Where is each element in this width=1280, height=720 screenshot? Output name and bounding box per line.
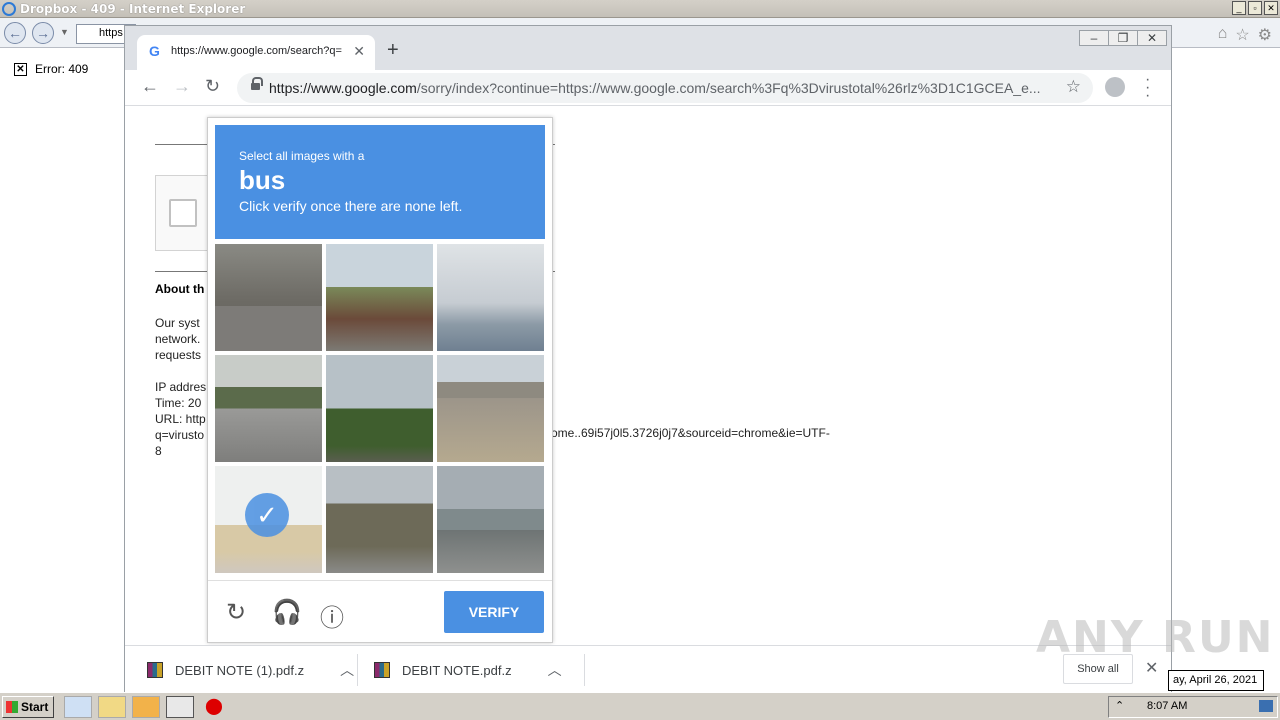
broken-image-icon: ✕ <box>14 62 27 76</box>
ip-line: IP addres <box>155 380 207 394</box>
url-host: https://www.google.com <box>269 80 417 96</box>
ie-window-controls: _ ▫ ✕ <box>1232 1 1278 15</box>
tab-title: https://www.google.com/search?q= <box>171 45 342 57</box>
favorites-star-icon[interactable]: ☆ <box>1235 25 1249 45</box>
reload-challenge-icon[interactable]: ↻ <box>226 598 246 627</box>
url-line: URL: http <box>155 412 206 426</box>
captcha-keyword: bus <box>239 165 286 195</box>
query-line: q=virusto <box>155 428 205 442</box>
ie-title-bar: Dropbox - 409 - Internet Explorer _ ▫ ✕ <box>0 0 1280 18</box>
chrome-menu-icon[interactable]: · · · <box>1145 72 1150 104</box>
start-button[interactable]: Start <box>2 696 54 718</box>
captcha-tile[interactable] <box>326 244 433 351</box>
captcha-challenge: Select all images with a bus Click verif… <box>207 117 553 643</box>
captcha-tile[interactable] <box>215 244 322 351</box>
omnibox[interactable]: https://www.google.com/sorry/index?conti… <box>237 73 1093 103</box>
captcha-tile[interactable] <box>326 355 433 462</box>
error-item: ✕ Error: 409 <box>14 62 88 76</box>
system-tray: ⌃ 8:07 AM <box>1108 696 1278 718</box>
chrome-toolbar: ← → ↻ https://www.google.com/sorry/index… <box>125 70 1171 106</box>
new-tab-icon[interactable]: + <box>387 39 399 62</box>
forward-arrow-icon[interactable]: → <box>32 22 54 44</box>
url-tail: ome..69i57j0l5.3726j0j7&sourceid=chrome&… <box>551 426 830 440</box>
selected-check-icon: ✓ <box>245 493 289 537</box>
profile-avatar-icon[interactable] <box>1105 77 1125 97</box>
url-text[interactable]: https://www.google.com/sorry/index?conti… <box>269 80 1059 96</box>
para-line-3: requests <box>155 348 202 362</box>
captcha-grid: ✓ <box>215 244 546 575</box>
divider <box>584 654 585 686</box>
download-filename: DEBIT NOTE.pdf.z <box>402 662 512 678</box>
chrome-restore-button[interactable]: ❐ <box>1108 30 1138 46</box>
verify-button[interactable]: VERIFY <box>444 591 544 633</box>
reload-icon[interactable]: ↻ <box>205 76 220 97</box>
error-text: Error: 409 <box>35 62 89 76</box>
captcha-tile[interactable] <box>215 355 322 462</box>
home-icon[interactable]: ⌂ <box>1218 25 1228 45</box>
download-filename: DEBIT NOTE (1).pdf.z <box>175 662 305 678</box>
chrome-window-controls: – ❐ ✕ <box>1079 30 1167 46</box>
lock-icon <box>251 77 263 92</box>
back-arrow-icon[interactable]: ← <box>4 22 26 44</box>
captcha-prompt: Select all images with a <box>239 149 365 163</box>
captcha-tile[interactable] <box>437 355 544 462</box>
tab-close-icon[interactable]: ✕ <box>353 43 365 60</box>
recaptcha-widget <box>155 175 215 251</box>
chrome-taskbar-icon[interactable] <box>166 696 194 718</box>
download-item[interactable]: DEBIT NOTE (1).pdf.z ︿ <box>147 654 354 686</box>
forward-icon[interactable]: → <box>173 76 191 97</box>
captcha-instruction: Click verify once there are none left. <box>239 198 463 214</box>
settings-gear-icon[interactable]: ⚙ <box>1258 25 1272 45</box>
url-path: /sorry/index?continue=https://www.google… <box>416 80 1041 96</box>
minimize-button[interactable]: _ <box>1232 1 1246 15</box>
recaptcha-checkbox[interactable] <box>169 199 197 227</box>
chevron-up-icon[interactable]: ︿ <box>548 660 562 680</box>
para-line-1: Our syst <box>155 316 200 330</box>
ie-taskbar-icon[interactable] <box>64 696 92 718</box>
audio-challenge-icon[interactable]: 🎧 <box>272 598 302 627</box>
captcha-tile[interactable] <box>326 466 433 573</box>
para-line-2: network. <box>155 332 201 346</box>
back-icon[interactable]: ← <box>141 76 159 97</box>
tray-arrow-icon[interactable]: ⌃ <box>1115 699 1124 712</box>
chrome-close-button[interactable]: ✕ <box>1137 30 1167 46</box>
query-line-end: 8 <box>155 444 162 458</box>
download-item[interactable]: DEBIT NOTE.pdf.z ︿ <box>374 654 562 686</box>
close-button[interactable]: ✕ <box>1264 1 1278 15</box>
captcha-tile[interactable] <box>437 244 544 351</box>
desktop-icon[interactable] <box>1259 700 1273 712</box>
anyrun-watermark: ANY RUN <box>1036 612 1275 663</box>
winrar-file-icon <box>147 662 163 678</box>
captcha-header: Select all images with a bus Click verif… <box>215 125 545 239</box>
about-heading: About th <box>155 282 205 296</box>
winrar-file-icon <box>374 662 390 678</box>
ie-toolbar-icons: ⌂ ☆ ⚙ <box>1218 25 1272 45</box>
chrome-window: G https://www.google.com/search?q= ✕ + –… <box>124 25 1172 693</box>
chevron-up-icon[interactable]: ︿ <box>340 660 354 680</box>
tab-google-search[interactable]: G https://www.google.com/search?q= ✕ <box>137 35 375 70</box>
dropdown-icon[interactable]: ▼ <box>60 27 69 37</box>
captcha-tile-selected[interactable]: ✓ <box>215 466 322 573</box>
media-player-taskbar-icon[interactable] <box>132 696 160 718</box>
taskbar: Start ⬤ ⌃ 8:07 AM <box>0 692 1280 720</box>
google-favicon-icon: G <box>149 43 160 59</box>
ie-logo-icon <box>2 2 16 16</box>
warning-taskbar-icon[interactable]: ⬤ <box>200 696 228 718</box>
ie-content-left: ✕ Error: 409 <box>0 48 124 692</box>
download-bar: DEBIT NOTE (1).pdf.z ︿ DEBIT NOTE.pdf.z … <box>125 645 1171 693</box>
bookmark-star-icon[interactable]: ☆ <box>1066 77 1081 97</box>
time-line: Time: 20 <box>155 396 202 410</box>
info-icon[interactable]: ⓘ <box>320 598 344 633</box>
captcha-footer: ↻ 🎧 ⓘ VERIFY <box>208 580 552 643</box>
date-tooltip: ay, April 26, 2021 <box>1168 670 1264 691</box>
explorer-taskbar-icon[interactable] <box>98 696 126 718</box>
ie-content-right <box>1172 48 1280 692</box>
clock[interactable]: 8:07 AM <box>1147 700 1187 712</box>
chrome-minimize-button[interactable]: – <box>1079 30 1109 46</box>
tab-strip: G https://www.google.com/search?q= ✕ + –… <box>125 26 1171 70</box>
ie-window-title: Dropbox - 409 - Internet Explorer <box>20 2 246 16</box>
captcha-tile[interactable] <box>437 466 544 573</box>
maximize-button[interactable]: ▫ <box>1248 1 1262 15</box>
divider <box>357 654 358 686</box>
